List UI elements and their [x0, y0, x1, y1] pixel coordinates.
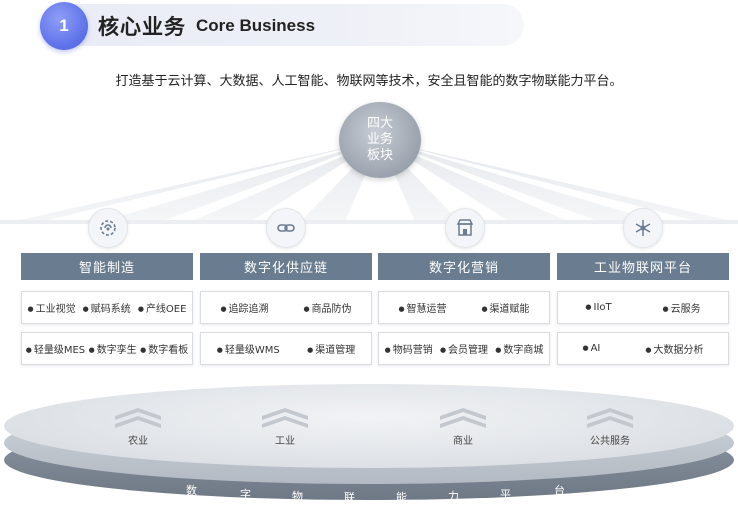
list-item: 赋码系统	[83, 300, 131, 315]
column-header-smart-manufacturing: 智能制造	[21, 253, 193, 280]
platform-base-char: 联	[344, 491, 355, 504]
snowflake-network-icon	[623, 208, 663, 248]
list-item: 智慧运营	[398, 300, 447, 315]
chevron-up-icon	[115, 408, 161, 428]
column-header-iiot-platform: 工业物联网平台	[557, 253, 729, 280]
chevron-up-icon	[262, 408, 308, 428]
list-item: 轻量级MES	[26, 341, 85, 356]
sector-label-agriculture: 农业	[128, 436, 148, 447]
column-cell: 轻量级MES 数字孪生 数字看板	[21, 332, 193, 365]
column-cell: 工业视觉 赋码系统 产线OEE	[21, 291, 193, 324]
list-item: 会员管理	[440, 341, 488, 356]
list-item: 渠道管理	[307, 341, 355, 356]
list-item: 商品防伪	[303, 300, 352, 315]
list-item: 追踪追溯	[220, 300, 269, 315]
list-item: 渠道赋能	[481, 300, 530, 315]
hub-label: 四大业务板块	[366, 116, 393, 163]
list-item: 数字商城	[495, 341, 543, 356]
list-item: 工业视觉	[28, 300, 76, 315]
list-item: AI	[582, 343, 601, 354]
chevron-up-icon	[587, 408, 633, 428]
sector-label-commerce: 商业	[453, 436, 473, 447]
platform-base-char: 能	[396, 491, 407, 504]
platform-base-char: 平	[500, 488, 511, 501]
list-item: 产线OEE	[138, 300, 187, 315]
list-item: 云服务	[662, 300, 701, 315]
column-header-supply-chain: 数字化供应链	[200, 253, 372, 280]
chevron-up-icon	[440, 408, 486, 428]
column-cell: IIoT 云服务	[557, 291, 729, 324]
list-item: 轻量级WMS	[217, 341, 280, 356]
platform-base-char: 字	[240, 488, 251, 501]
list-item: IIoT	[585, 302, 612, 313]
link-icon	[266, 208, 306, 248]
list-item: 物码营销	[385, 341, 433, 356]
column-cell: 智慧运营 渠道赋能	[378, 291, 550, 324]
column-cell: 轻量级WMS 渠道管理	[200, 332, 372, 365]
store-icon	[445, 208, 485, 248]
platform-base-char: 台	[554, 484, 565, 497]
platform-base-char: 数	[186, 484, 197, 497]
column-cell: 物码营销 会员管理 数字商城	[378, 332, 550, 365]
list-item: 数字孪生	[89, 341, 137, 356]
business-hub: 四大业务板块	[339, 102, 421, 178]
list-item: 数字看板	[140, 341, 188, 356]
sector-label-public-service: 公共服务	[590, 436, 630, 447]
column-header-marketing: 数字化营销	[378, 253, 550, 280]
column-cell: 追踪追溯 商品防伪	[200, 291, 372, 324]
sector-label-industry: 工业	[275, 436, 295, 447]
list-item: 大数据分析	[645, 341, 703, 356]
column-cell: AI 大数据分析	[557, 332, 729, 365]
gear-brain-icon	[88, 208, 128, 248]
